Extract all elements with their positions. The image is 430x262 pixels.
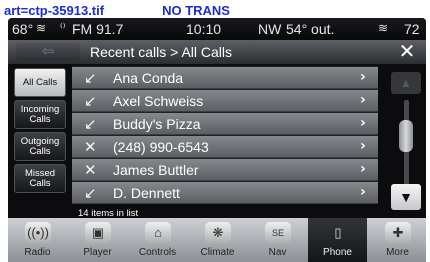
heated-seat-icon: ≋ (36, 21, 47, 35)
page: art=ctp-35913.tif NO TRANS 68° ≋ ⁽⁾ FM 9… (0, 0, 430, 262)
chevron-right-icon: › (360, 115, 366, 131)
chevron-right-icon: › (360, 161, 366, 177)
chevron-right-icon: › (360, 69, 366, 85)
sidebar-item-missed-calls[interactable]: Missed Calls (14, 164, 66, 193)
breadcrumb: Recent calls > All Calls (90, 44, 233, 60)
tab-label: More (386, 247, 409, 258)
sidebar-item-all-calls[interactable]: All Calls (14, 68, 66, 97)
tab-label: Controls (138, 247, 177, 258)
tab-phone[interactable]: ▯ Phone (308, 218, 367, 262)
tab-more[interactable]: ✚ More (368, 218, 426, 262)
scroll-thumb[interactable] (399, 120, 413, 152)
missed-call-icon: ✕ (84, 139, 97, 156)
call-list: ↙ Ana Conda › ↙ Axel Schweiss › ↙ Buddy'… (72, 66, 378, 204)
call-row[interactable]: ✕ James Buttler › (72, 159, 378, 181)
scroll-up-button[interactable]: ▲ (391, 72, 421, 94)
tab-player[interactable]: ▣ Player (68, 218, 127, 262)
sidebar-item-outgoing-calls[interactable]: Outgoing Calls (14, 132, 66, 161)
call-name: Buddy's Pizza (113, 116, 201, 132)
tab-climate[interactable]: ❋ Climate (188, 218, 247, 262)
call-name: James Buttler (113, 162, 199, 178)
incoming-call-icon: ↙ (84, 93, 97, 110)
call-name: D. Dennett (113, 185, 180, 201)
art-note: NO TRANS (162, 2, 230, 18)
tab-label: Nav (268, 247, 287, 258)
heated-seat-right-icon: ≋ (378, 21, 389, 35)
chevron-right-icon: › (360, 184, 366, 200)
tab-label: Phone (323, 247, 352, 258)
call-row[interactable]: ↙ D. Dennett › (72, 182, 378, 204)
incoming-call-icon: ↙ (84, 70, 97, 87)
climate-icon: ❋ (205, 222, 231, 244)
sidebar-item-incoming-calls[interactable]: Incoming Calls (14, 100, 66, 129)
outside-temp: 54° out. (286, 21, 335, 37)
player-icon: ▣ (85, 222, 111, 244)
controls-icon: ⌂ (145, 222, 171, 244)
radio-icon: ((•)) (25, 222, 51, 244)
radio-station: FM 91.7 (72, 21, 124, 37)
list-scrollbar: ▲ ▼ (386, 70, 426, 210)
close-button[interactable]: ✕ (390, 40, 424, 64)
incoming-call-icon: ↙ (84, 116, 97, 133)
tab-label: Radio (24, 247, 51, 258)
bottom-nav-bar: ((•)) Radio ▣ Player ⌂ Controls ❋ Climat… (8, 218, 426, 262)
chevron-right-icon: › (360, 92, 366, 108)
call-name: Ana Conda (113, 70, 184, 86)
left-temp: 68° (12, 21, 34, 37)
chevron-right-icon: › (360, 138, 366, 154)
head-unit-screen: 68° ≋ ⁽⁾ FM 91.7 10:10 NW 54° out. ≋ 72 … (8, 18, 426, 262)
art-id: art=ctp-35913.tif (4, 2, 105, 18)
call-row[interactable]: ✕ (248) 990-6543 › (72, 136, 378, 158)
tab-label: Climate (200, 247, 235, 258)
right-temp: 72 (404, 21, 420, 37)
header: ⇦ Recent calls > All Calls ✕ (8, 40, 426, 64)
nav-icon: SE (265, 222, 291, 244)
art-label: art=ctp-35913.tif NO TRANS (4, 0, 424, 20)
call-name: (248) 990-6543 (113, 139, 209, 155)
compass-heading: NW (258, 21, 282, 37)
more-icon: ✚ (385, 222, 411, 244)
call-name: Axel Schweiss (113, 93, 204, 109)
scroll-down-button[interactable]: ▼ (391, 184, 421, 210)
call-row[interactable]: ↙ Ana Conda › (72, 67, 378, 89)
clock: 10:10 (186, 21, 222, 37)
incoming-call-icon: ↙ (84, 185, 97, 202)
call-row[interactable]: ↙ Axel Schweiss › (72, 90, 378, 112)
status-bar: 68° ≋ ⁽⁾ FM 91.7 10:10 NW 54° out. ≋ 72 (8, 18, 426, 40)
call-row[interactable]: ↙ Buddy's Pizza › (72, 113, 378, 135)
phone-icon: ▯ (334, 225, 342, 240)
radio-signal-icon: ⁽⁾ (60, 22, 66, 34)
back-button[interactable]: ⇦ (16, 43, 80, 61)
tab-controls[interactable]: ⌂ Controls (128, 218, 187, 262)
call-filter-sidebar: All Calls Incoming Calls Outgoing Calls … (14, 68, 66, 200)
tab-label: Player (83, 247, 112, 258)
missed-call-icon: ✕ (84, 162, 97, 179)
tab-radio[interactable]: ((•)) Radio (8, 218, 67, 262)
tab-nav[interactable]: SE Nav (248, 218, 307, 262)
